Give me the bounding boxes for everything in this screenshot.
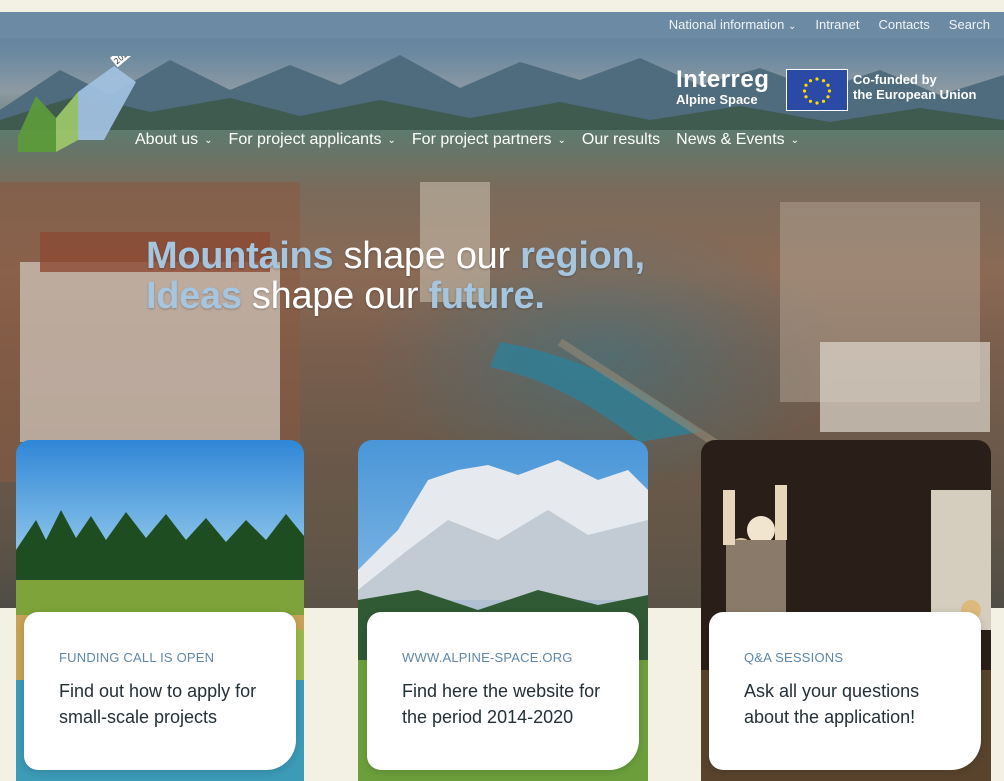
utility-nav-label: National information	[668, 17, 785, 32]
logo-badge-text: 2027	[112, 56, 133, 66]
nav-label: Our results	[581, 131, 661, 148]
interreg-subtitle: Alpine Space	[676, 92, 758, 107]
card-text: Ask all your questions about the applica…	[744, 681, 920, 727]
chevron-down-icon: ⌄	[204, 134, 213, 146]
headline-accent: Ideas	[146, 275, 242, 317]
headline-accent: future.	[428, 275, 545, 317]
nav-label: For project partners	[411, 131, 552, 148]
hero-headline: Mountains shape our region, Ideas shape …	[146, 236, 645, 316]
nav-label: About us	[135, 131, 199, 148]
card-text: Find out how to apply for small-scale pr…	[59, 681, 257, 727]
card-kicker: WWW.ALPINE-SPACE.ORG	[402, 650, 573, 665]
eu-cofunded-text: Co-funded by the European Union	[853, 72, 977, 102]
nav-for-project-partners[interactable]: For project partners ⌄	[412, 131, 566, 149]
eu-flag-icon	[786, 69, 848, 111]
nav-about-us[interactable]: About us ⌄	[135, 131, 213, 149]
card-kicker: FUNDING CALL IS OPEN	[59, 650, 215, 665]
main-nav: About us ⌄ For project applicants ⌄ For pr…	[135, 131, 799, 149]
card-text: Find here the website for the period 201…	[402, 681, 601, 727]
logo-shape-left	[18, 96, 56, 152]
headline-line-2: Ideas shape our future.	[146, 276, 645, 316]
headline-text: shape our	[241, 275, 429, 317]
utility-nav-national-information[interactable]: National information ⌄	[669, 17, 797, 32]
eu-line-2: the European Union	[853, 87, 977, 102]
headline-line-1: Mountains shape our region,	[146, 236, 645, 276]
utility-nav-intranet[interactable]: Intranet	[815, 17, 859, 32]
chevron-down-icon: ⌄	[557, 134, 566, 146]
chevron-down-icon: ⌄	[387, 134, 396, 146]
logo-shape-right	[78, 66, 136, 140]
card-funding-call[interactable]: FUNDING CALL IS OPEN Find out how to app…	[24, 612, 296, 770]
headline-text: shape our	[333, 235, 521, 277]
top-strip	[0, 0, 1004, 12]
interreg-logo[interactable]: Interreg Alpine Space	[676, 68, 769, 108]
interreg-title: Interreg	[676, 66, 770, 93]
chevron-down-icon: ⌄	[790, 134, 800, 146]
card-alpine-space-website[interactable]: WWW.ALPINE-SPACE.ORG Find here the websi…	[367, 612, 639, 770]
chevron-down-icon: ⌄	[788, 21, 797, 32]
nav-for-project-applicants[interactable]: For project applicants ⌄	[229, 131, 396, 149]
utility-bar: National information ⌄ Intranet Contacts…	[0, 12, 1004, 38]
nav-our-results[interactable]: Our results	[582, 131, 660, 149]
nav-label: News & Events	[676, 131, 785, 148]
utility-nav-search[interactable]: Search	[949, 17, 990, 32]
nav-label: For project applicants	[228, 131, 382, 148]
headline-accent: region,	[520, 235, 645, 277]
card-kicker: Q&A SESSIONS	[744, 650, 844, 665]
headline-accent: Mountains	[146, 235, 334, 277]
eu-line-1: Co-funded by	[853, 72, 937, 87]
utility-nav-contacts[interactable]: Contacts	[878, 17, 929, 32]
logo-shape-mid	[56, 92, 78, 152]
logo-badge: 2027	[110, 56, 135, 68]
card-qa-sessions[interactable]: Q&A SESSIONS Ask all your questions abou…	[709, 612, 981, 770]
alpine-space-logo[interactable]: 2027	[18, 56, 140, 152]
nav-news-events[interactable]: News & Events ⌄	[676, 131, 799, 149]
